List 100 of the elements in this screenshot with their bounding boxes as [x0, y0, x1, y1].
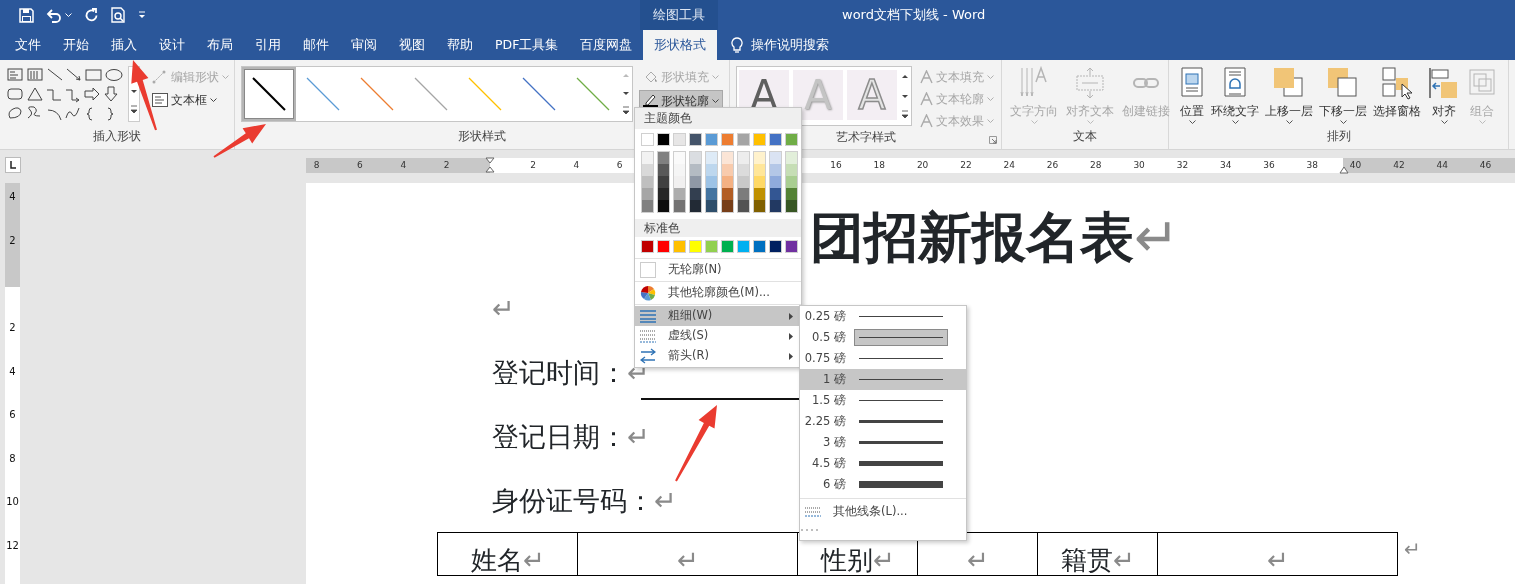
color-swatch[interactable] [658, 200, 669, 212]
color-swatch[interactable] [706, 176, 717, 188]
ribbon-tab[interactable]: 审阅 [340, 30, 388, 60]
ribbon-tab[interactable]: 引用 [244, 30, 292, 60]
dialog-launcher-icon[interactable] [989, 136, 997, 144]
color-swatch[interactable] [690, 200, 701, 212]
resize-grip-icon[interactable] [800, 528, 820, 532]
color-swatch[interactable] [722, 188, 733, 200]
color-swatch[interactable] [738, 200, 749, 212]
ribbon-button[interactable]: 文本框 [148, 89, 233, 110]
ribbon-tab[interactable]: 视图 [388, 30, 436, 60]
color-swatch[interactable] [770, 152, 781, 164]
color-swatch[interactable] [689, 240, 702, 253]
color-swatch[interactable] [706, 200, 717, 212]
ribbon-button[interactable]: 上移一层 [1263, 66, 1315, 128]
menu-item[interactable]: 虚线(S) [635, 326, 801, 346]
menu-item[interactable]: 无轮廓(N) [635, 260, 801, 280]
color-swatch[interactable] [673, 133, 686, 146]
color-swatch[interactable] [738, 188, 749, 200]
menu-item[interactable]: 6 磅 [800, 474, 966, 495]
menu-item[interactable]: 1 磅 [800, 369, 966, 390]
color-swatch[interactable] [738, 152, 749, 164]
color-swatch[interactable] [722, 152, 733, 164]
color-swatch[interactable] [786, 152, 797, 164]
color-swatch[interactable] [770, 188, 781, 200]
menu-item[interactable]: 2.25 磅 [800, 411, 966, 432]
menu-item[interactable]: 3 磅 [800, 432, 966, 453]
color-swatch[interactable] [769, 240, 782, 253]
color-swatch[interactable] [690, 164, 701, 176]
color-swatch[interactable] [722, 200, 733, 212]
ribbon-tab[interactable]: 插入 [100, 30, 148, 60]
color-swatch[interactable] [785, 240, 798, 253]
color-swatch[interactable] [738, 164, 749, 176]
indent-marker-icon[interactable] [484, 157, 495, 173]
color-swatch[interactable] [722, 164, 733, 176]
color-swatch[interactable] [770, 164, 781, 176]
menu-item[interactable]: 其他线条(L)... [800, 502, 966, 522]
color-swatch[interactable] [658, 152, 669, 164]
tab-selector-icon[interactable] [5, 157, 21, 173]
color-swatch[interactable] [642, 152, 653, 164]
ribbon-tab[interactable]: PDF工具集 [484, 30, 570, 60]
color-swatch[interactable] [706, 164, 717, 176]
color-swatch[interactable] [690, 152, 701, 164]
color-swatch[interactable] [705, 133, 718, 146]
color-swatch[interactable] [722, 176, 733, 188]
color-swatch[interactable] [642, 176, 653, 188]
ribbon-tab[interactable]: 设计 [148, 30, 196, 60]
ribbon-button[interactable]: 环绕文字 [1209, 66, 1261, 128]
redo-icon[interactable] [84, 7, 99, 23]
color-swatch[interactable] [706, 152, 717, 164]
ribbon-tab[interactable]: 帮助 [436, 30, 484, 60]
color-swatch[interactable] [770, 200, 781, 212]
ribbon-tab[interactable]: 邮件 [292, 30, 340, 60]
color-swatch[interactable] [721, 240, 734, 253]
menu-item[interactable]: 1.5 磅 [800, 390, 966, 411]
menu-item[interactable]: 0.75 磅 [800, 348, 966, 369]
color-swatch[interactable] [785, 133, 798, 146]
color-swatch[interactable] [705, 240, 718, 253]
color-swatch[interactable] [721, 133, 734, 146]
color-swatch[interactable] [770, 176, 781, 188]
color-swatch[interactable] [658, 188, 669, 200]
color-swatch[interactable] [657, 240, 670, 253]
color-swatch[interactable] [706, 188, 717, 200]
color-swatch[interactable] [769, 133, 782, 146]
ribbon-button[interactable]: 位置 [1177, 66, 1207, 128]
color-swatch[interactable] [657, 133, 670, 146]
color-swatch[interactable] [754, 176, 765, 188]
menu-item[interactable]: 0.5 磅 [800, 327, 966, 348]
menu-item[interactable]: 箭头(R) [635, 346, 801, 366]
ribbon-tab[interactable]: 形状格式 [643, 30, 718, 60]
color-swatch[interactable] [658, 164, 669, 176]
print-preview-icon[interactable] [111, 7, 126, 23]
color-swatch[interactable] [674, 200, 685, 212]
color-swatch[interactable] [786, 188, 797, 200]
ribbon-button[interactable]: 下移一层 [1317, 66, 1369, 128]
shapes-gallery-drawing[interactable] [6, 66, 124, 124]
color-swatch[interactable] [737, 133, 750, 146]
color-swatch[interactable] [753, 133, 766, 146]
ribbon-tab[interactable]: 开始 [52, 30, 100, 60]
style-thumbnail[interactable] [242, 67, 296, 121]
color-swatch[interactable] [674, 188, 685, 200]
color-swatch[interactable] [737, 240, 750, 253]
menu-item[interactable]: 0.25 磅 [800, 306, 966, 327]
color-swatch[interactable] [786, 176, 797, 188]
color-swatch[interactable] [641, 133, 654, 146]
color-swatch[interactable] [642, 164, 653, 176]
color-swatch[interactable] [642, 200, 653, 212]
ribbon-button[interactable]: 对齐 [1425, 66, 1463, 128]
tell-me-search[interactable]: 操作说明搜索 [751, 35, 830, 55]
color-swatch[interactable] [786, 164, 797, 176]
color-swatch[interactable] [690, 176, 701, 188]
color-swatch[interactable] [641, 240, 654, 253]
color-swatch[interactable] [690, 188, 701, 200]
menu-item[interactable]: 其他轮廓颜色(M)... [635, 283, 801, 303]
customize-icon[interactable] [138, 11, 146, 19]
color-swatch[interactable] [689, 133, 702, 146]
color-swatch[interactable] [754, 152, 765, 164]
color-swatch[interactable] [674, 176, 685, 188]
menu-item[interactable]: 4.5 磅 [800, 453, 966, 474]
color-swatch[interactable] [674, 164, 685, 176]
